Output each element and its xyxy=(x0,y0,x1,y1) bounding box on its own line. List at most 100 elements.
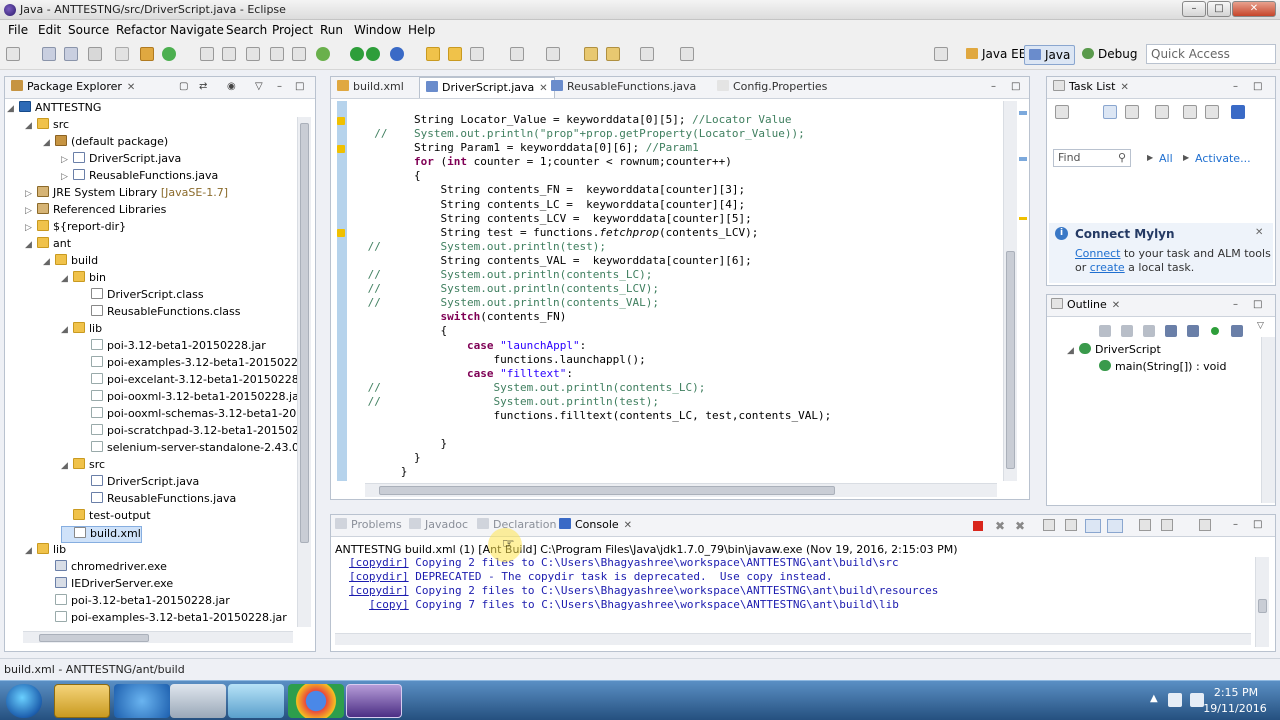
back-icon[interactable] xyxy=(584,47,598,61)
view-menu-icon[interactable]: ▽ xyxy=(1257,321,1264,331)
search-toolbar-icon[interactable] xyxy=(448,47,462,61)
forward-icon[interactable] xyxy=(606,47,620,61)
maximize-view-icon[interactable]: □ xyxy=(1253,299,1262,310)
minimize-view-icon[interactable]: – xyxy=(277,81,282,92)
menu-navigate[interactable]: Navigate xyxy=(170,23,224,37)
maximize-view-icon[interactable]: □ xyxy=(295,81,304,92)
jar-file-row[interactable]: poi-scratchpad-3.12-beta1-2015022 xyxy=(79,424,306,441)
editor-tab-driverscript-java[interactable]: DriverScript.java ✕ xyxy=(419,77,555,98)
folder-row[interactable]: ◢ lib xyxy=(61,322,102,339)
jar-file-row[interactable]: poi-ooxml-schemas-3.12-beta1-20 xyxy=(79,407,296,424)
quick-access-input[interactable]: Quick Access xyxy=(1146,44,1276,64)
hide-fields-icon[interactable] xyxy=(1121,325,1133,337)
activate-link[interactable]: Activate... xyxy=(1195,152,1251,165)
collapse-arrow-icon[interactable]: ▷ xyxy=(61,155,73,165)
tab-task-list[interactable]: Task List ✕ xyxy=(1053,80,1129,93)
console-task-link[interactable]: [copydir] xyxy=(349,584,409,597)
source-folder-row[interactable]: ◢ src xyxy=(25,118,69,135)
display-console-icon[interactable] xyxy=(1161,519,1173,531)
tree-scroll-thumb[interactable] xyxy=(300,123,309,543)
exe-file-row[interactable]: IEDriverServer.exe xyxy=(43,577,173,594)
print-icon[interactable] xyxy=(88,47,102,61)
taskbar-ie[interactable] xyxy=(114,684,170,718)
close-button[interactable]: ✕ xyxy=(1232,1,1276,17)
jar-file-row[interactable]: poi-examples-3.12-beta1-20150228.jar xyxy=(43,611,287,628)
close-icon[interactable]: ✕ xyxy=(539,83,547,94)
editor-tab-build-xml[interactable]: build.xml xyxy=(337,80,404,93)
menu-run[interactable]: Run xyxy=(320,23,343,37)
tray-arrow-icon[interactable]: ▲ xyxy=(1150,693,1158,704)
minimize-button[interactable]: – xyxy=(1182,1,1206,17)
tab-console[interactable]: Console ✕ xyxy=(559,518,632,531)
remove-launch-icon[interactable]: ✖ xyxy=(995,519,1005,533)
expand-arrow-icon[interactable]: ◢ xyxy=(43,257,55,267)
create-link[interactable]: create xyxy=(1090,261,1125,274)
taskbar-eclipse[interactable] xyxy=(346,684,402,718)
show-on-output-icon[interactable] xyxy=(1107,519,1123,533)
debug-icon[interactable] xyxy=(316,47,330,61)
last-edit-icon[interactable] xyxy=(640,47,654,61)
java-file-row[interactable]: ReusableFunctions.java xyxy=(79,492,236,509)
close-icon[interactable]: ✕ xyxy=(1120,82,1128,93)
all-link[interactable]: All xyxy=(1159,152,1173,165)
hide-static-icon[interactable] xyxy=(1143,325,1155,337)
maximize-view-icon[interactable]: □ xyxy=(1253,519,1262,530)
console-task-link[interactable]: [copydir] xyxy=(349,556,409,569)
task-find-input[interactable]: Find ⚲ xyxy=(1053,149,1131,167)
close-icon[interactable]: ✕ xyxy=(624,520,632,531)
tab-javadoc[interactable]: Javadoc xyxy=(409,518,468,531)
save-all-icon[interactable] xyxy=(64,47,78,61)
taskbar-notepad[interactable] xyxy=(228,684,284,718)
minimize-view-icon[interactable]: – xyxy=(1233,299,1238,310)
scheduled-icon[interactable] xyxy=(1125,105,1139,119)
collapse-arrow-icon[interactable]: ▷ xyxy=(61,172,73,182)
code-text[interactable]: String Locator_Value = keyworddata[0][5]… xyxy=(361,113,832,479)
maximize-view-icon[interactable]: □ xyxy=(1253,81,1262,92)
editor-tab-config-properties[interactable]: Config.Properties xyxy=(717,80,827,93)
categorized-icon[interactable] xyxy=(1103,105,1117,119)
java-file-row[interactable]: ▷ ReusableFunctions.java xyxy=(61,169,218,186)
collapse-arrow-icon[interactable]: ▷ xyxy=(25,223,37,233)
minimize-view-icon[interactable]: – xyxy=(1233,519,1238,530)
skip-breakpoints-icon[interactable] xyxy=(115,47,129,61)
link-editor-icon[interactable]: ⇄ xyxy=(199,81,207,92)
tab-problems[interactable]: Problems xyxy=(335,518,402,531)
tab-outline[interactable]: Outline ✕ xyxy=(1051,298,1120,311)
open-console-icon[interactable] xyxy=(1199,519,1211,531)
new-task-icon[interactable] xyxy=(1055,105,1069,119)
folder-row[interactable]: test-output xyxy=(61,509,151,526)
maximize-button[interactable]: □ xyxy=(1207,1,1231,17)
expand-arrow-icon[interactable]: ◢ xyxy=(43,138,55,148)
perspective-java[interactable]: Java xyxy=(1024,45,1076,65)
green-dot-icon[interactable] xyxy=(1211,327,1219,335)
folder-row[interactable]: ◢ ant xyxy=(25,237,71,254)
menu-search[interactable]: Search xyxy=(226,23,267,37)
editor-scroll-thumb[interactable] xyxy=(1006,251,1015,469)
pin-icon[interactable] xyxy=(680,47,694,61)
close-icon[interactable]: ✕ xyxy=(1112,300,1120,311)
menu-edit[interactable]: Edit xyxy=(38,23,61,37)
folder-row[interactable]: ◢ build xyxy=(43,254,98,271)
expand-arrow-icon[interactable]: ◢ xyxy=(25,121,37,131)
editor-hscroll-thumb[interactable] xyxy=(379,486,835,495)
expand-arrow-icon[interactable]: ◢ xyxy=(7,104,19,114)
collapse-tasks-icon[interactable] xyxy=(1205,105,1219,119)
expand-arrow-icon[interactable]: ◢ xyxy=(61,325,73,335)
pin-console-icon[interactable] xyxy=(1139,519,1151,531)
collapse-arrow-icon[interactable]: ▷ xyxy=(25,206,37,216)
clock-date[interactable]: 19/11/2016 xyxy=(1200,702,1270,715)
coverage-icon[interactable] xyxy=(366,47,380,61)
jar-file-row[interactable]: poi-excelant-3.12-beta1-20150228.j xyxy=(79,373,305,390)
menu-help[interactable]: Help xyxy=(408,23,435,37)
expand-arrow-icon[interactable]: ◢ xyxy=(25,546,37,556)
console-horizontal-scrollbar[interactable] xyxy=(335,633,1251,645)
focus-outline-icon[interactable] xyxy=(1231,325,1243,337)
network-icon[interactable] xyxy=(1168,693,1182,707)
folder-row[interactable]: ◢ src xyxy=(61,458,105,475)
package-row[interactable]: ◢ (default package) xyxy=(43,135,168,152)
clock-time[interactable]: 2:15 PM xyxy=(1206,686,1266,699)
focus-icon[interactable]: ◉ xyxy=(227,81,236,92)
class-file-row[interactable]: ReusableFunctions.class xyxy=(79,305,241,322)
jar-file-row[interactable]: selenium-server-standalone-2.43.0. xyxy=(79,441,303,458)
expand-arrow-icon[interactable]: ◢ xyxy=(61,274,73,284)
